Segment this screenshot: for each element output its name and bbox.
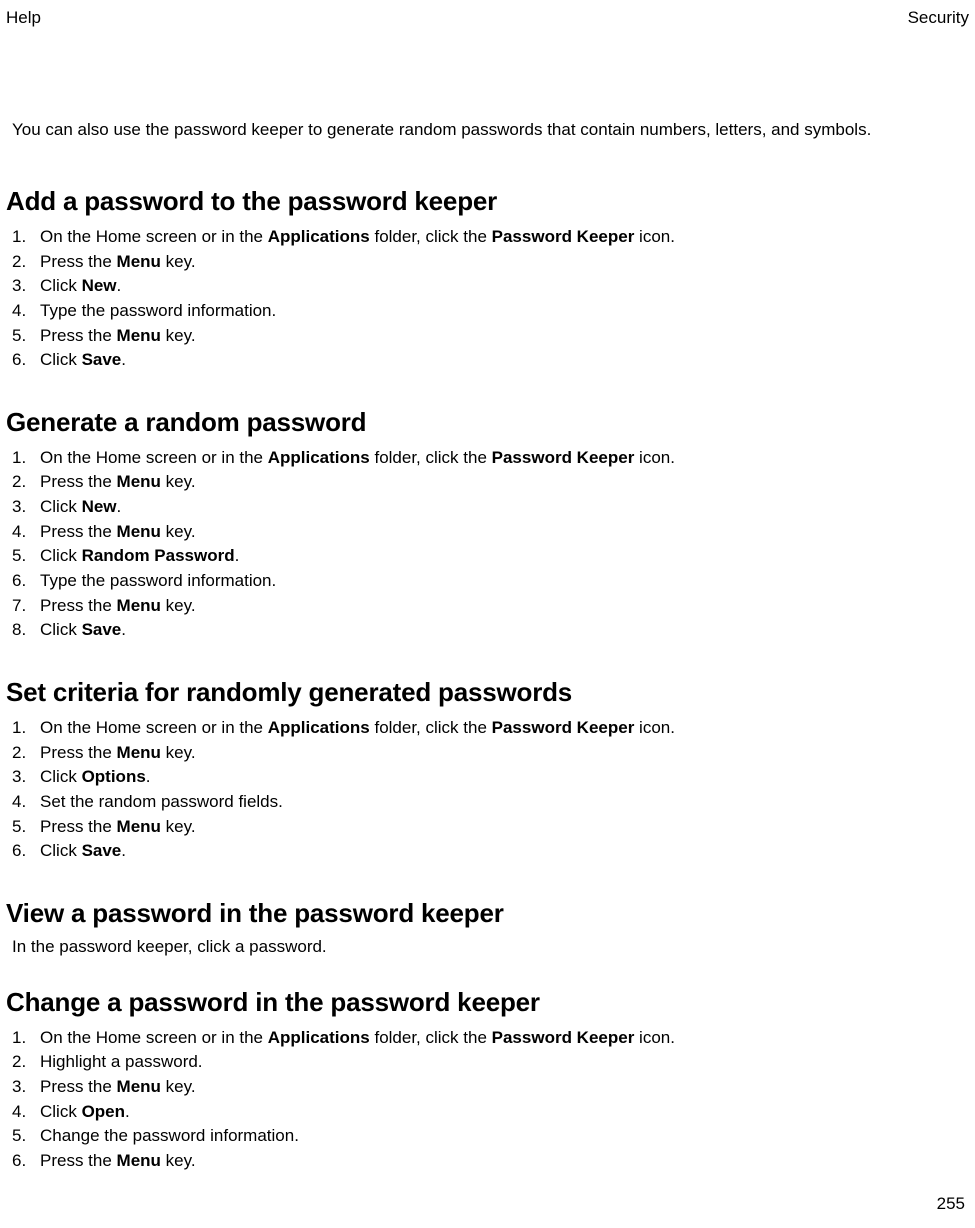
bold-term: Password Keeper (492, 227, 635, 246)
step-item: Click Save. (6, 348, 969, 373)
section: Add a password to the password keeper On … (6, 186, 969, 373)
step-item: Click Options. (6, 765, 969, 790)
step-item: On the Home screen or in the Application… (6, 446, 969, 471)
page-content: You can also use the password keeper to … (6, 120, 969, 1208)
bold-term: Password Keeper (492, 448, 635, 467)
step-item: On the Home screen or in the Application… (6, 716, 969, 741)
bold-term: Menu (117, 1151, 161, 1170)
bold-term: Menu (117, 817, 161, 836)
step-item: Press the Menu key. (6, 1149, 969, 1174)
header-right: Security (908, 8, 969, 28)
bold-term: New (82, 497, 117, 516)
step-item: Change the password information. (6, 1124, 969, 1149)
bold-term: Menu (117, 326, 161, 345)
bold-term: Save (82, 350, 122, 369)
page-header: Help Security (0, 8, 975, 28)
bold-term: Menu (117, 1077, 161, 1096)
bold-term: Random Password (82, 546, 235, 565)
bold-term: Menu (117, 252, 161, 271)
step-item: Click Save. (6, 839, 969, 864)
bold-term: Password Keeper (492, 718, 635, 737)
bold-term: Applications (268, 1028, 370, 1047)
header-left: Help (6, 8, 41, 28)
steps-list: On the Home screen or in the Application… (6, 1026, 969, 1174)
bold-term: Password Keeper (492, 1028, 635, 1047)
step-item: Press the Menu key. (6, 470, 969, 495)
step-item: Click New. (6, 495, 969, 520)
step-item: Press the Menu key. (6, 594, 969, 619)
step-item: Press the Menu key. (6, 741, 969, 766)
step-item: Press the Menu key. (6, 250, 969, 275)
bold-term: Applications (268, 718, 370, 737)
step-item: On the Home screen or in the Application… (6, 225, 969, 250)
step-item: Type the password information. (6, 299, 969, 324)
bold-term: Applications (268, 448, 370, 467)
bold-term: Menu (117, 743, 161, 762)
section-heading: Set criteria for randomly generated pass… (6, 677, 969, 708)
bold-term: New (82, 276, 117, 295)
step-item: Click Random Password. (6, 544, 969, 569)
step-item: Type the password information. (6, 569, 969, 594)
step-item: Click Save. (6, 618, 969, 643)
steps-list: On the Home screen or in the Application… (6, 225, 969, 373)
intro-text: You can also use the password keeper to … (6, 120, 969, 140)
section: Set criteria for randomly generated pass… (6, 677, 969, 864)
section: Change a password in the password keeper… (6, 987, 969, 1174)
step-item: Press the Menu key. (6, 324, 969, 349)
step-item: Click Open. (6, 1100, 969, 1125)
step-item: Click New. (6, 274, 969, 299)
section-heading: Add a password to the password keeper (6, 186, 969, 217)
steps-list: On the Home screen or in the Application… (6, 446, 969, 643)
section: Generate a random password On the Home sc… (6, 407, 969, 643)
section-heading: Change a password in the password keeper (6, 987, 969, 1018)
step-item: On the Home screen or in the Application… (6, 1026, 969, 1051)
step-item: Press the Menu key. (6, 1075, 969, 1100)
bold-term: Menu (117, 472, 161, 491)
bold-term: Options (82, 767, 146, 786)
step-item: Set the random password fields. (6, 790, 969, 815)
step-item: Press the Menu key. (6, 815, 969, 840)
section: View a password in the password keeper In… (6, 898, 969, 957)
bold-term: Save (82, 841, 122, 860)
bold-term: Applications (268, 227, 370, 246)
bold-term: Save (82, 620, 122, 639)
steps-list: On the Home screen or in the Application… (6, 716, 969, 864)
bold-term: Menu (117, 596, 161, 615)
step-item: Highlight a password. (6, 1050, 969, 1075)
section-heading: View a password in the password keeper (6, 898, 969, 929)
section-paragraph: In the password keeper, click a password… (6, 937, 969, 957)
step-item: Press the Menu key. (6, 520, 969, 545)
bold-term: Open (82, 1102, 125, 1121)
bold-term: Menu (117, 522, 161, 541)
page-number: 255 (937, 1194, 965, 1214)
section-heading: Generate a random password (6, 407, 969, 438)
